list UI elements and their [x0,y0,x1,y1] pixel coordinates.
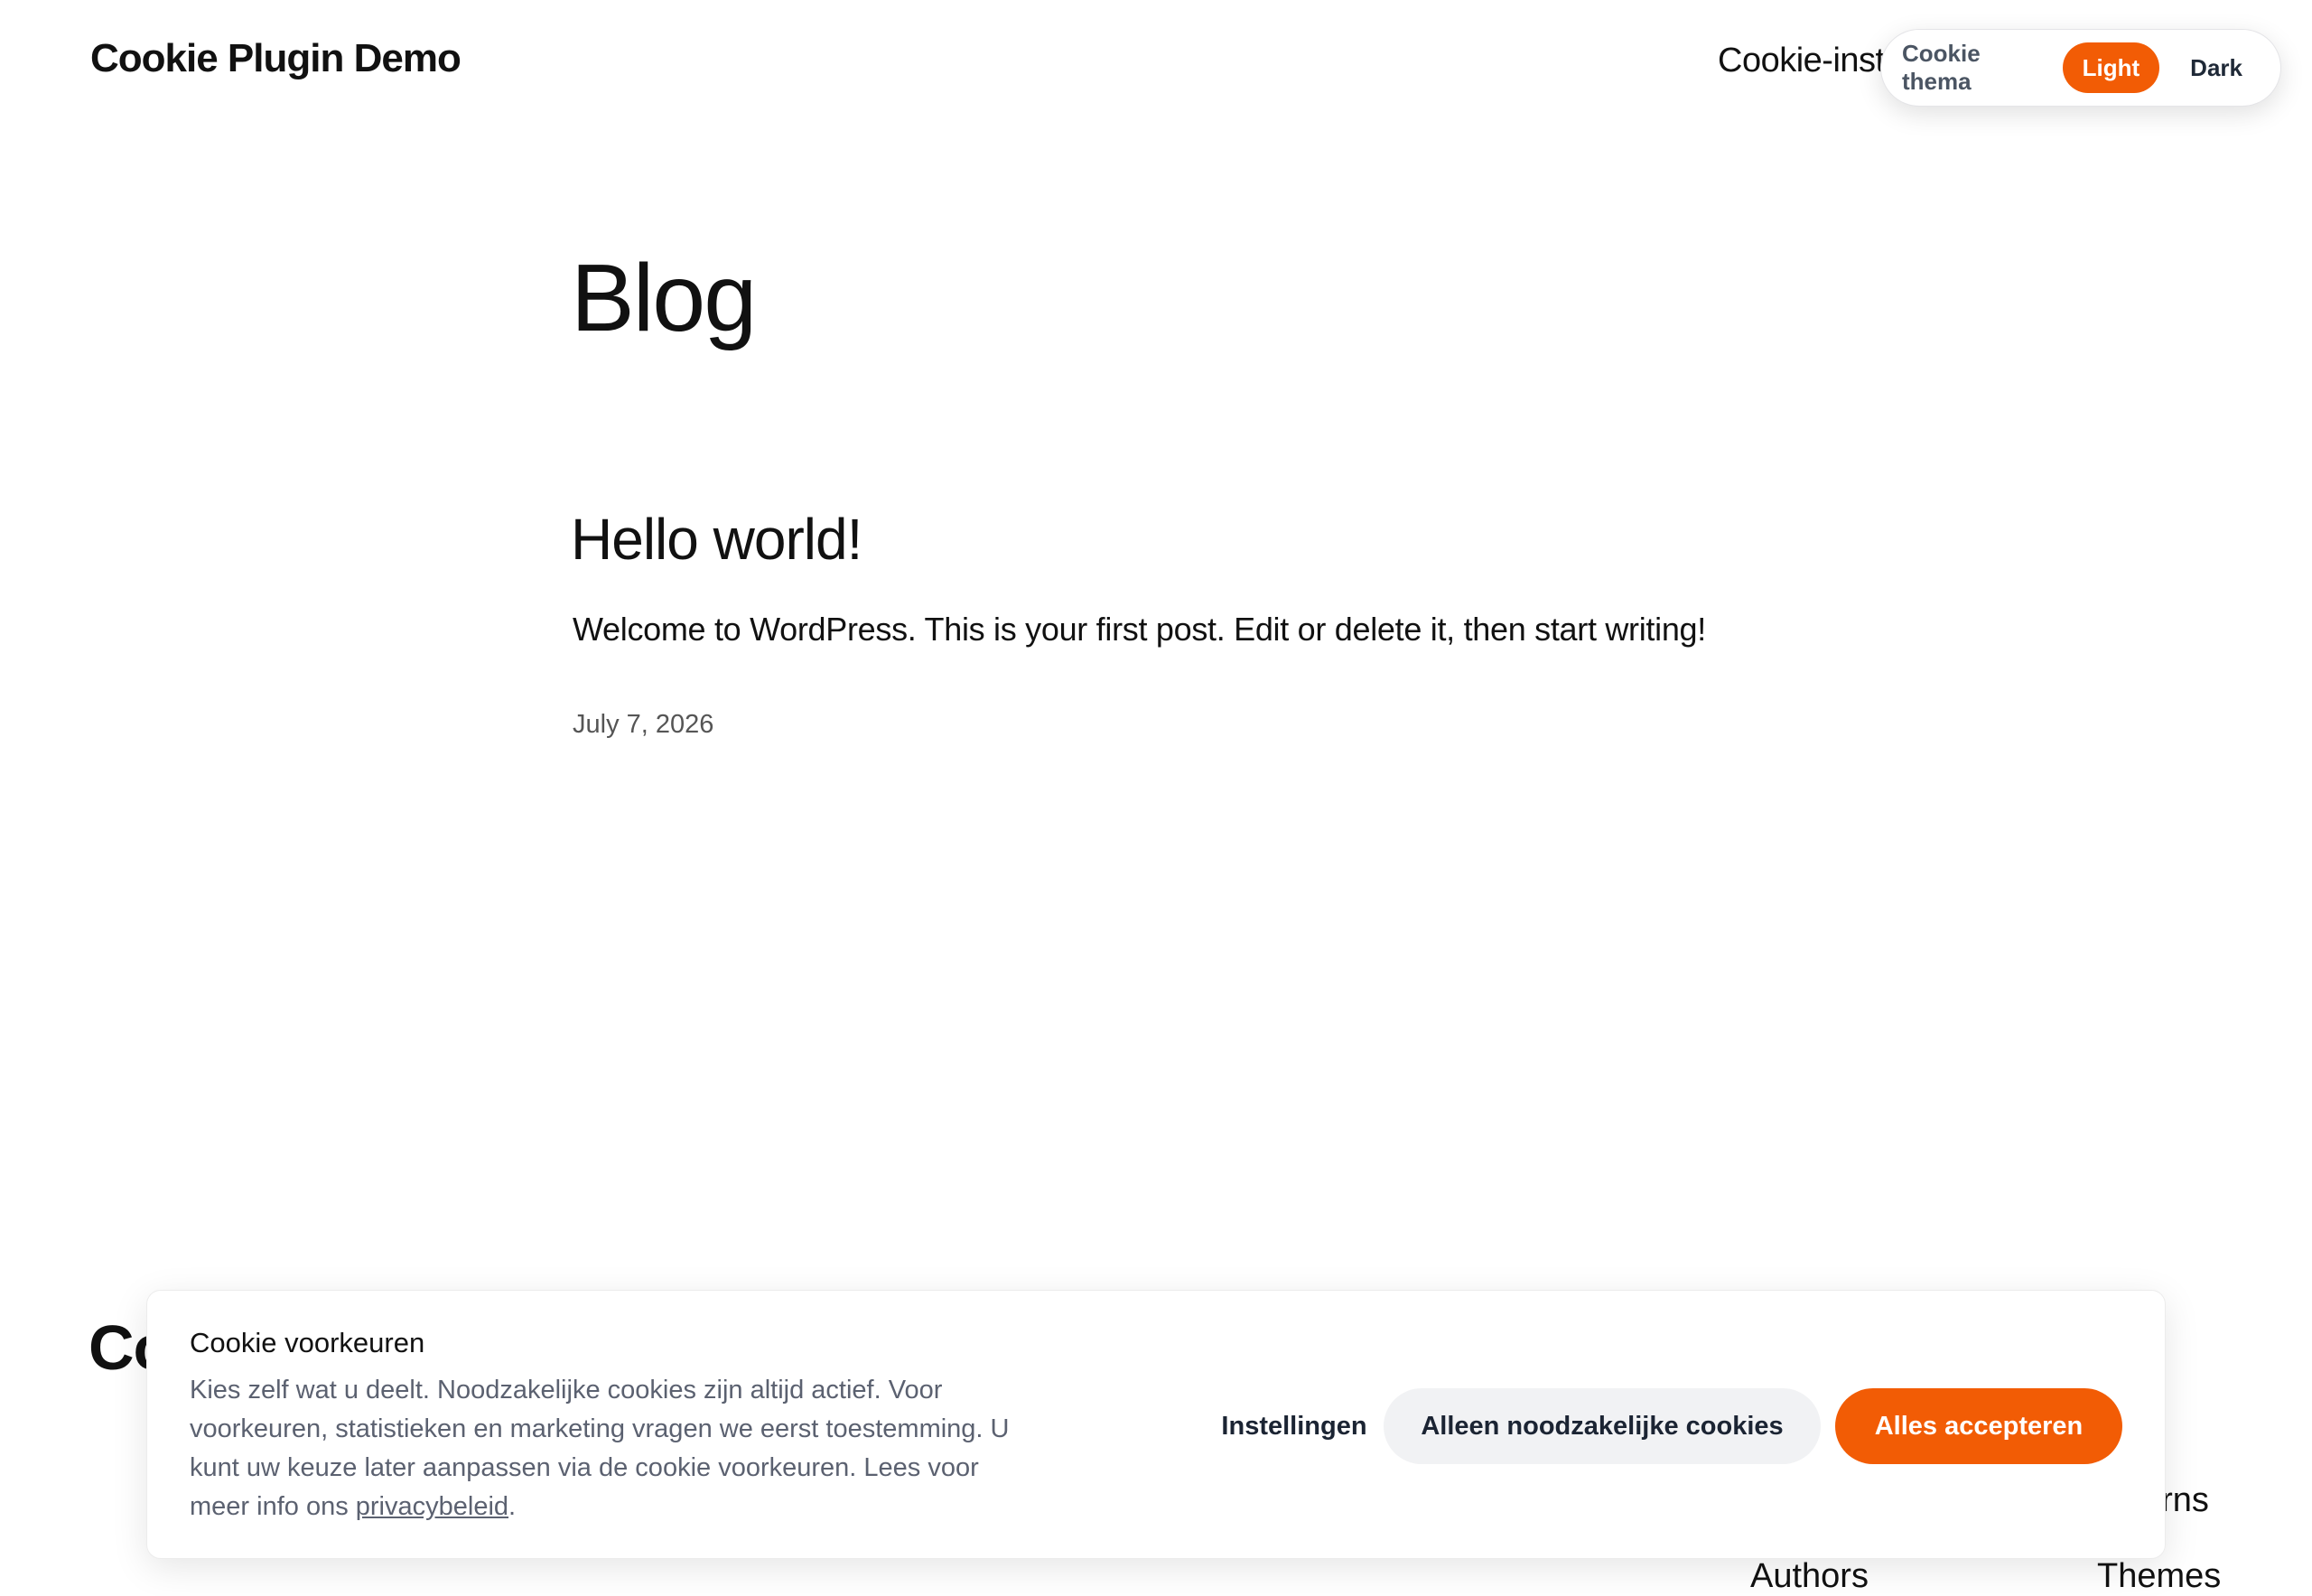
page-title: Blog [571,245,757,351]
necessary-cookies-only-button[interactable]: Alleen noodzakelijke cookies [1384,1388,1821,1464]
cookie-theme-label: Cookie thema [1902,40,1981,95]
post-title-link[interactable]: Hello world! [571,506,862,573]
footer-link-authors[interactable]: Authors [1750,1557,1869,1596]
site-title[interactable]: Cookie Plugin Demo [90,36,461,81]
theme-light-button[interactable]: Light [2062,42,2160,93]
cookie-consent-banner: Cookie voorkeuren Kies zelf wat u deelt.… [146,1290,2166,1559]
cookie-banner-text-end: . [508,1492,517,1521]
theme-dark-button[interactable]: Dark [2170,42,2262,93]
cookie-theme-toggle: Cookie thema Light Dark [1880,29,2281,107]
cookie-banner-description: Kies zelf wat u deelt. Noodzakelijke coo… [190,1371,1030,1526]
cookie-banner-title: Cookie voorkeuren [190,1327,425,1358]
cookie-banner-text: Kies zelf wat u deelt. Noodzakelijke coo… [190,1376,1010,1521]
nav-link-cookie-settings[interactable]: Cookie-inst [1718,42,1885,80]
footer-link-themes[interactable]: Themes [2097,1557,2221,1596]
privacy-policy-link[interactable]: privacybeleid [356,1492,508,1521]
post-excerpt: Welcome to WordPress. This is your first… [573,611,1706,648]
accept-all-cookies-button[interactable]: Alles accepteren [1835,1388,2122,1464]
post-date[interactable]: July 7, 2026 [573,710,713,740]
